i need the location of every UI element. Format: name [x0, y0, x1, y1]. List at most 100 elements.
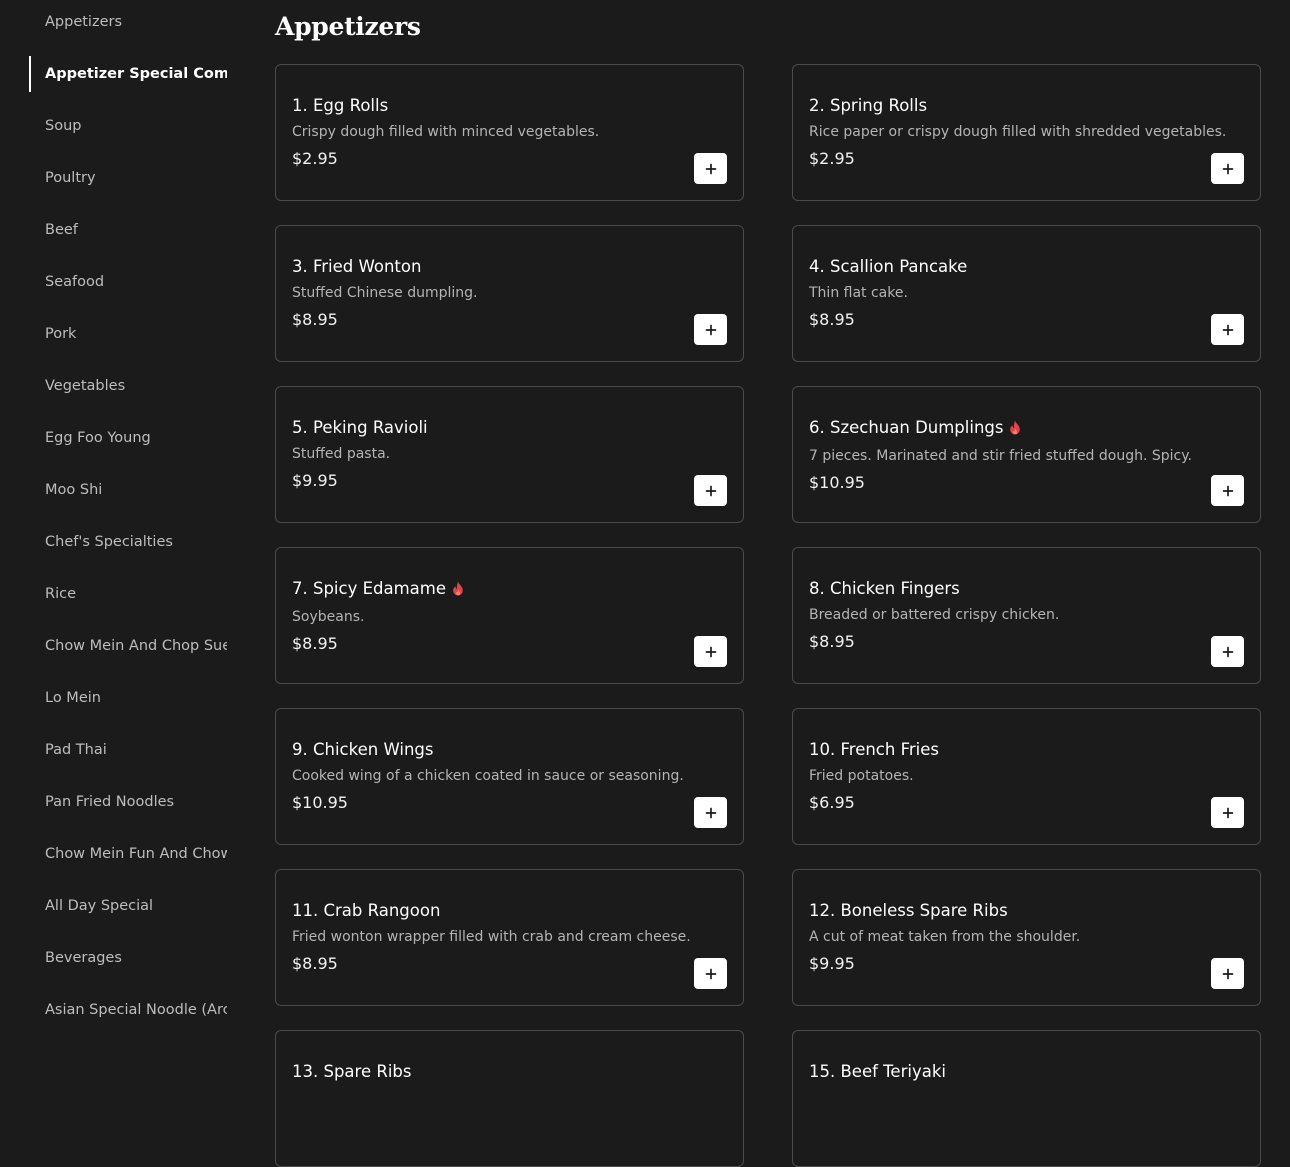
plus-icon — [1222, 485, 1234, 497]
item-price: $9.95 — [809, 954, 855, 973]
item-description: Stuffed pasta. — [292, 446, 391, 462]
category-sidebar: Appetizers Appetizer Special Combos Soup Po… — [0, 0, 250, 1083]
menu-item-card[interactable]: 10. French Fries Fried potatoes. $6.95 — [792, 708, 1261, 845]
item-name-text: 12. Boneless Spare Ribs — [809, 901, 1008, 920]
add-item-button[interactable] — [694, 153, 727, 184]
add-item-button[interactable] — [1211, 475, 1244, 506]
menu-item-card[interactable]: 2. Spring Rolls Rice paper or crispy doug… — [792, 64, 1261, 201]
add-item-button[interactable] — [694, 475, 727, 506]
item-name: 11. Crab Rangoon — [292, 901, 440, 920]
item-price: $9.95 — [292, 471, 338, 490]
menu-item-card[interactable]: 11. Crab Rangoon Fried wonton wrapper fil… — [275, 869, 744, 1006]
flame-icon — [452, 581, 464, 596]
menu-item-card[interactable]: 8. Chicken Fingers Breaded or battered cr… — [792, 547, 1261, 684]
item-name: 10. French Fries — [809, 740, 939, 759]
item-price: $8.95 — [809, 310, 855, 329]
sidebar-item[interactable]: Appetizers — [29, 4, 227, 40]
sidebar-item[interactable]: Egg Foo Young — [29, 420, 227, 456]
item-price: $8.95 — [292, 310, 338, 329]
add-item-button[interactable] — [1211, 797, 1244, 828]
item-price: $8.95 — [292, 954, 338, 973]
item-description: Stuffed Chinese dumpling. — [292, 285, 478, 301]
item-name-text: 13. Spare Ribs — [292, 1062, 412, 1081]
item-name: 15. Beef Teriyaki — [809, 1062, 946, 1081]
menu-item-card[interactable]: 9. Chicken Wings Cooked wing of a chicken… — [275, 708, 744, 845]
sidebar-item[interactable]: Rice — [29, 576, 227, 612]
menu-item-card[interactable]: 4. Scallion Pancake Thin flat cake. $8.95 — [792, 225, 1261, 362]
sidebar-item[interactable]: Chow Mein And Chop Suey — [29, 628, 227, 664]
plus-icon — [705, 968, 717, 980]
plus-icon — [705, 163, 717, 175]
item-name: 9. Chicken Wings — [292, 740, 434, 759]
sidebar-item[interactable]: Appetizer Special Combos — [29, 56, 227, 92]
sidebar-item[interactable]: Seafood — [29, 264, 227, 300]
plus-icon — [705, 324, 717, 336]
add-item-button[interactable] — [694, 314, 727, 345]
sidebar-item[interactable]: Pad Thai — [29, 732, 227, 768]
item-name: 3. Fried Wonton — [292, 257, 421, 276]
menu-item-card[interactable]: 5. Peking Ravioli Stuffed pasta. $9.95 — [275, 386, 744, 523]
plus-icon — [705, 485, 717, 497]
sidebar-item[interactable]: Pan Fried Noodles — [29, 784, 227, 820]
item-price: $10.95 — [809, 473, 865, 492]
sidebar-item[interactable]: Chow Mein Fun And Chow Fun — [29, 836, 227, 872]
plus-icon — [1222, 807, 1234, 819]
menu-item-card[interactable]: 12. Boneless Spare Ribs A cut of meat tak… — [792, 869, 1261, 1006]
item-description: Crispy dough filled with minced vegetabl… — [292, 124, 600, 140]
sidebar-item[interactable]: All Day Special — [29, 888, 227, 924]
sidebar-item[interactable]: Vegetables — [29, 368, 227, 404]
add-item-button[interactable] — [694, 797, 727, 828]
add-item-button[interactable] — [1211, 314, 1244, 345]
sidebar-item[interactable]: Chef's Specialties — [29, 524, 227, 560]
item-description: A cut of meat taken from the shoulder. — [809, 929, 1081, 945]
item-name: 1. Egg Rolls — [292, 96, 388, 115]
sidebar-item[interactable]: Lo Mein — [29, 680, 227, 716]
item-name-text: 1. Egg Rolls — [292, 96, 389, 115]
item-price: $2.95 — [809, 149, 855, 168]
item-description: Breaded or battered crispy chicken. — [809, 607, 1060, 623]
plus-icon — [705, 646, 717, 658]
item-name: 12. Boneless Spare Ribs — [809, 901, 1008, 920]
item-name: 4. Scallion Pancake — [809, 257, 967, 276]
sidebar-item[interactable]: Pork — [29, 316, 227, 352]
sidebar-item[interactable]: Beverages — [29, 940, 227, 976]
sidebar-item[interactable]: Moo Shi — [29, 472, 227, 508]
item-price: $8.95 — [809, 632, 855, 651]
item-name: 6. Szechuan Dumplings — [809, 418, 1021, 437]
item-name-text: 3. Fried Wonton — [292, 257, 422, 276]
sidebar-item[interactable]: Soup — [29, 108, 227, 144]
item-price: $2.95 — [292, 149, 338, 168]
item-name-text: 9. Chicken Wings — [292, 740, 434, 759]
item-description: Fried potatoes. — [809, 768, 914, 784]
item-name-text: 6. Szechuan Dumplings — [809, 418, 1004, 437]
item-description: Soybeans. — [292, 609, 365, 625]
item-name-text: 7. Spicy Edamame — [292, 579, 447, 598]
sidebar-item[interactable]: Beef — [29, 212, 227, 248]
item-description: Cooked wing of a chicken coated in sauce… — [292, 768, 684, 784]
item-description: Rice paper or crispy dough filled with s… — [809, 124, 1227, 140]
item-name-text: 2. Spring Rolls — [809, 96, 928, 115]
item-name-text: 10. French Fries — [809, 740, 939, 759]
menu-item-card[interactable]: 13. Spare Ribs — [275, 1030, 744, 1167]
add-item-button[interactable] — [1211, 636, 1244, 667]
item-description: Thin flat cake. — [809, 285, 908, 301]
item-name: 2. Spring Rolls — [809, 96, 927, 115]
add-item-button[interactable] — [1211, 153, 1244, 184]
item-name: 8. Chicken Fingers — [809, 579, 960, 598]
item-price: $6.95 — [809, 793, 855, 812]
menu-item-card[interactable]: 15. Beef Teriyaki — [792, 1030, 1261, 1167]
item-description: Fried wonton wrapper filled with crab an… — [292, 929, 691, 945]
flame-icon — [1009, 420, 1021, 435]
menu-item-card[interactable]: 1. Egg Rolls Crispy dough filled with min… — [275, 64, 744, 201]
sidebar-item[interactable]: Poultry — [29, 160, 227, 196]
plus-icon — [705, 807, 717, 819]
add-item-button[interactable] — [694, 636, 727, 667]
item-name-text: 4. Scallion Pancake — [809, 257, 968, 276]
item-name-text: 8. Chicken Fingers — [809, 579, 960, 598]
menu-item-card[interactable]: 3. Fried Wonton Stuffed Chinese dumpling.… — [275, 225, 744, 362]
add-item-button[interactable] — [1211, 958, 1244, 989]
menu-item-card[interactable]: 6. Szechuan Dumplings 7 pieces. Marinated… — [792, 386, 1261, 523]
menu-item-card[interactable]: 7. Spicy Edamame Soybeans. $8.95 — [275, 547, 744, 684]
sidebar-item[interactable]: Asian Special Noodle (Archive) — [29, 992, 227, 1028]
add-item-button[interactable] — [694, 958, 727, 989]
